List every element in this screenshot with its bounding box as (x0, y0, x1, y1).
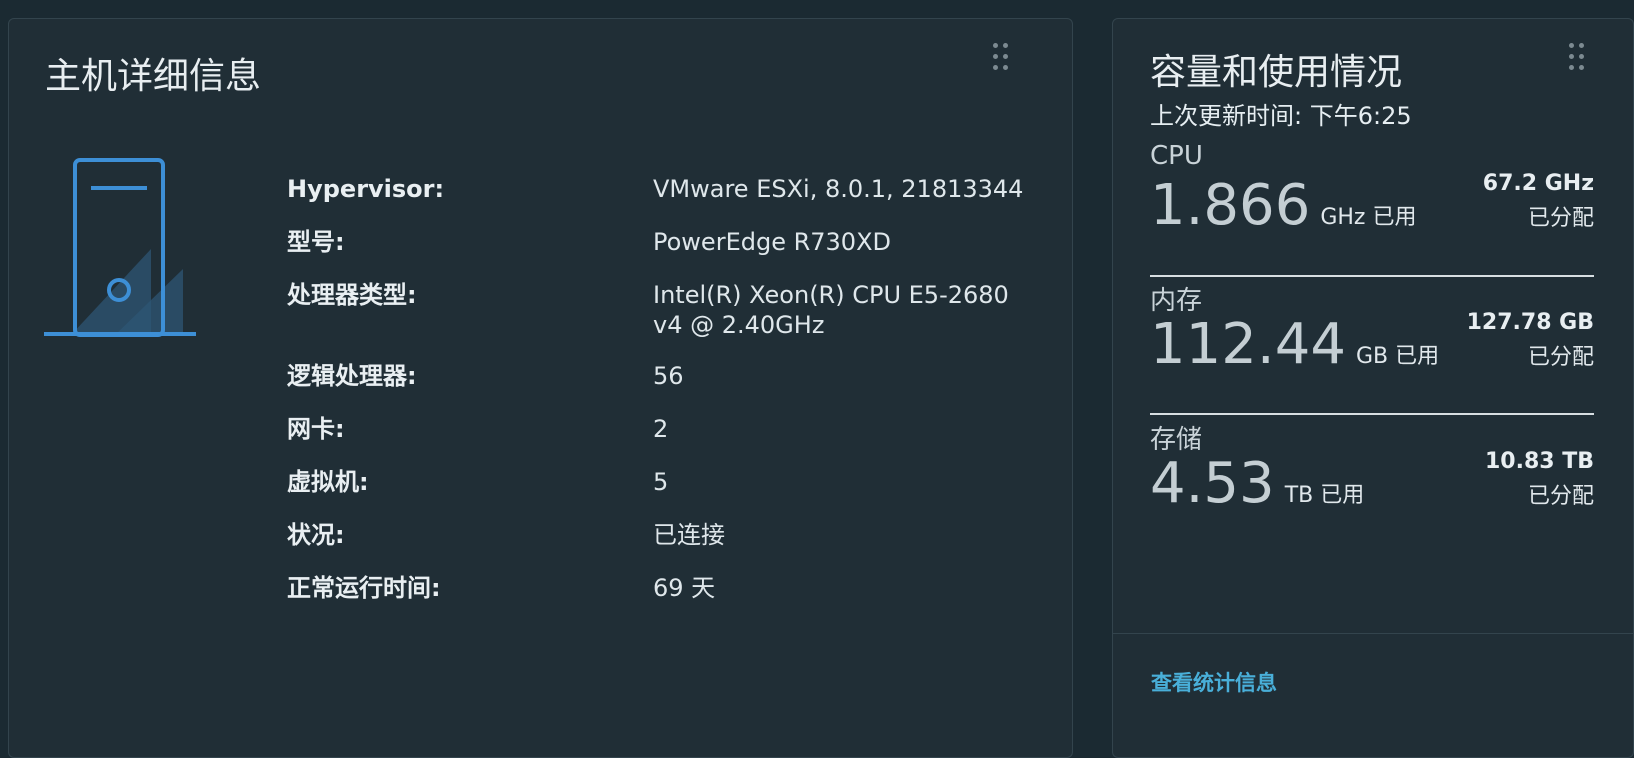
resource-used: 1.866 GHz 已用 (1150, 173, 1416, 238)
allocated-amount: 10.83 TB (1484, 449, 1594, 474)
last-updated-text: 上次更新时间: 下午6:25 (1150, 102, 1412, 130)
server-icon (44, 158, 196, 337)
allocated-label: 已分配 (1527, 206, 1594, 231)
detail-value: 69 天 (653, 574, 716, 602)
detail-label: 型号: (287, 228, 345, 256)
detail-value: 已连接 (653, 521, 725, 549)
detail-value: 2 (653, 415, 669, 443)
allocated-label: 已分配 (1527, 484, 1594, 509)
resource-allocated: 10.83 TB 已分配 (1485, 449, 1594, 510)
detail-label: 虚拟机: (287, 468, 369, 496)
used-amount: 4.53 (1150, 451, 1275, 516)
host-details-card: 主机详细信息 Hypervisor: VMware ESXi, 8.0.1, 2… (8, 18, 1073, 758)
detail-label: Hypervisor: (287, 175, 445, 203)
resource-allocated: 127.78 GB 已分配 (1467, 310, 1594, 371)
detail-label: 处理器类型: (287, 281, 417, 309)
resource-allocated: 67.2 GHz 已分配 (1483, 171, 1594, 232)
detail-value: PowerEdge R730XD (653, 228, 891, 256)
used-amount: 1.866 (1150, 173, 1311, 238)
used-unit: TB 已用 (1284, 483, 1365, 508)
resource-used: 4.53 TB 已用 (1150, 451, 1364, 516)
allocated-amount: 127.78 GB (1466, 310, 1594, 335)
section-divider (1150, 275, 1594, 277)
detail-label: 逻辑处理器: (287, 362, 417, 390)
detail-value: VMware ESXi, 8.0.1, 21813344 (653, 175, 1024, 203)
allocated-label: 已分配 (1527, 345, 1594, 370)
view-stats-link[interactable]: 查看统计信息 (1151, 667, 1277, 697)
drag-handle-icon[interactable] (1569, 43, 1587, 73)
detail-label: 网卡: (287, 415, 345, 443)
detail-value: 5 (653, 468, 669, 496)
detail-value: Intel(R) Xeon(R) CPU E5-2680 v4 @ 2.40GH… (653, 281, 1009, 339)
capacity-card: 容量和使用情况 上次更新时间: 下午6:25 CPU 1.866 GHz 已用 6… (1112, 18, 1634, 758)
resource-used: 112.44 GB 已用 (1150, 312, 1439, 377)
resource-name: CPU (1150, 141, 1203, 171)
drag-handle-icon[interactable] (993, 43, 1011, 73)
detail-label: 正常运行时间: (287, 574, 441, 602)
detail-label: 状况: (287, 521, 345, 549)
section-divider (1150, 413, 1594, 415)
allocated-amount: 67.2 GHz (1482, 171, 1594, 196)
detail-value: 56 (653, 362, 684, 390)
host-details-title: 主机详细信息 (45, 56, 262, 97)
used-unit: GHz 已用 (1320, 205, 1417, 230)
used-unit: GB 已用 (1355, 344, 1440, 369)
used-amount: 112.44 (1150, 312, 1346, 377)
capacity-title: 容量和使用情况 (1150, 52, 1403, 93)
footer-divider (1113, 633, 1633, 634)
